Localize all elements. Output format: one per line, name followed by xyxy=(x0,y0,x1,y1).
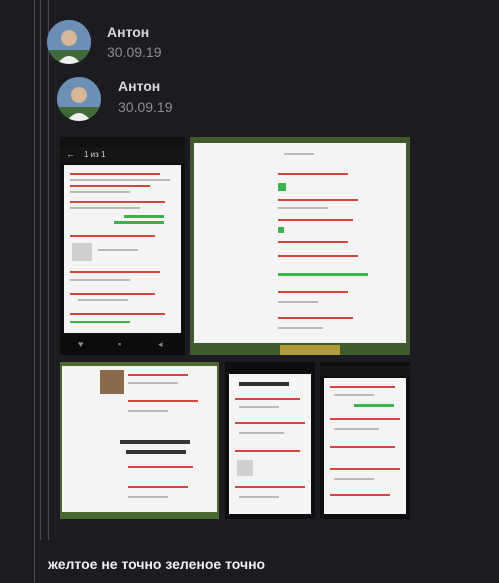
document-page xyxy=(62,366,217,512)
heart-icon: ♥ xyxy=(78,339,84,349)
document-page xyxy=(324,378,406,514)
back-arrow-icon: ← xyxy=(66,149,75,159)
phone-header xyxy=(320,366,410,376)
share-icon: ◂ xyxy=(158,339,163,349)
avatar[interactable] xyxy=(57,77,101,121)
comment-icon: ▪ xyxy=(118,339,122,349)
attachment-image[interactable] xyxy=(225,362,315,519)
thread-line-outer-2 xyxy=(40,0,41,540)
message-text: желтое не точно зеленое точно xyxy=(48,556,266,572)
document-page xyxy=(64,165,181,333)
message-date: 30.09.19 xyxy=(107,44,162,60)
attachment-image[interactable] xyxy=(60,362,219,519)
thread-line-outer-1 xyxy=(34,0,35,583)
document-page xyxy=(229,374,311,514)
author-name[interactable]: Антон xyxy=(107,24,149,40)
avatar-photo xyxy=(47,20,91,64)
attachment-image[interactable]: ← 1 из 1 ♥ ▪ ◂ xyxy=(60,137,185,355)
avatar[interactable] xyxy=(47,20,91,64)
phone-nav-bar: ♥ ▪ ◂ xyxy=(60,335,185,355)
message-date: 30.09.19 xyxy=(118,99,173,115)
attachment-image[interactable] xyxy=(190,137,410,355)
bottom-banner xyxy=(280,345,340,355)
attachment-image[interactable] xyxy=(320,362,410,519)
phone-header-title: 1 из 1 xyxy=(84,150,106,159)
phone-header: ← 1 из 1 xyxy=(60,147,185,163)
author-name[interactable]: Антон xyxy=(118,78,160,94)
avatar-photo xyxy=(57,77,101,121)
document-page xyxy=(194,143,406,343)
status-bar xyxy=(60,137,185,147)
thread-line-nested xyxy=(48,70,49,540)
